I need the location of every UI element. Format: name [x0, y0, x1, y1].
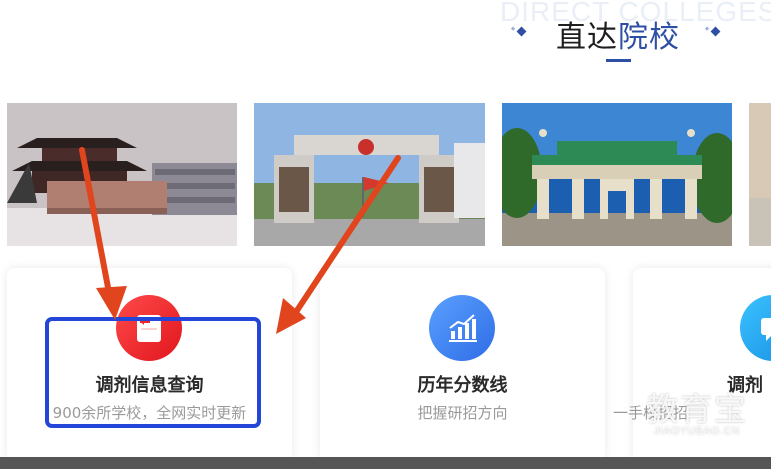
college-photo-1[interactable] — [7, 103, 237, 246]
card-title: 历年分数线 — [417, 375, 508, 396]
highlight-box — [45, 317, 261, 428]
college-photo-partial[interactable] — [749, 103, 771, 246]
section-header: DIRECT COLLEGES 直达院校 — [0, 0, 771, 80]
title-underline — [606, 59, 631, 62]
section-title-main: 直达 — [556, 20, 618, 55]
college-photo-2[interactable] — [254, 103, 485, 246]
bar-chart-icon — [429, 295, 495, 361]
watermark-main: 教育宝 — [646, 390, 749, 428]
left-diamond-icon — [516, 26, 527, 37]
watermark-url: JIAOYUBAO.CN — [653, 426, 741, 437]
bottom-bar — [0, 457, 771, 469]
right-diamond-icon — [710, 26, 721, 37]
service-card-score-lines[interactable]: 历年分数线 把握研招方向 — [320, 268, 605, 462]
section-title: 直达院校 — [556, 12, 680, 56]
site-watermark: 教育宝 JIAOYUBAO.CN — [646, 392, 748, 437]
section-title-accent: 院校 — [618, 20, 680, 55]
chat-icon — [740, 295, 771, 361]
college-photo-3[interactable] — [502, 103, 732, 246]
card-subtitle: 把握研招方向 — [417, 404, 508, 422]
